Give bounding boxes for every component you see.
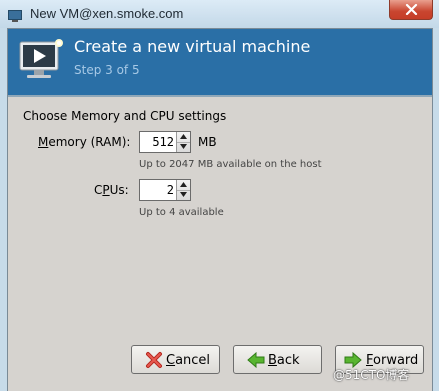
memory-label: Memory (RAM): xyxy=(38,135,131,149)
banner-divider xyxy=(8,95,432,97)
watermark: @51CTO博客 xyxy=(333,368,410,382)
cancel-button[interactable]: Cancel xyxy=(131,345,220,374)
section-heading: Choose Memory and CPU settings xyxy=(23,109,227,123)
memory-hint: Up to 2047 MB available on the host xyxy=(139,159,322,170)
window-titlebar: New VM@xen.smoke.com xyxy=(0,0,439,28)
memory-unit: MB xyxy=(198,135,217,149)
back-arrow-icon xyxy=(247,351,265,373)
cpus-hint: Up to 4 available xyxy=(139,207,224,218)
memory-decrement-button[interactable] xyxy=(177,142,190,152)
memory-spinbutton[interactable]: 512 xyxy=(139,131,191,153)
window-title: New VM@xen.smoke.com xyxy=(30,6,184,21)
close-icon xyxy=(405,4,418,15)
cpus-label: CPUs: xyxy=(94,183,129,197)
cancel-label: Cancel xyxy=(166,353,211,368)
wizard-title: Create a new virtual machine xyxy=(74,37,311,56)
cpus-spin-arrows xyxy=(176,180,190,200)
close-button[interactable] xyxy=(389,0,433,20)
wizard-step: Step 3 of 5 xyxy=(74,63,140,77)
arrow-down-icon xyxy=(180,144,187,149)
cpus-decrement-button[interactable] xyxy=(177,190,190,200)
back-label: Back xyxy=(268,353,300,368)
app-icon xyxy=(8,7,22,22)
arrow-down-icon xyxy=(180,192,187,197)
arrow-up-icon xyxy=(180,134,187,139)
back-button[interactable]: Back xyxy=(233,345,322,374)
arrow-up-icon xyxy=(180,182,187,187)
cpus-value[interactable]: 2 xyxy=(167,183,174,197)
cpus-spinbutton[interactable]: 2 xyxy=(139,179,191,201)
memory-spin-arrows xyxy=(176,132,190,152)
cancel-icon xyxy=(145,351,163,373)
monitor-play-icon xyxy=(18,38,64,86)
header-banner: Create a new virtual machine Step 3 of 5 xyxy=(8,29,432,95)
memory-value[interactable]: 512 xyxy=(152,135,174,149)
